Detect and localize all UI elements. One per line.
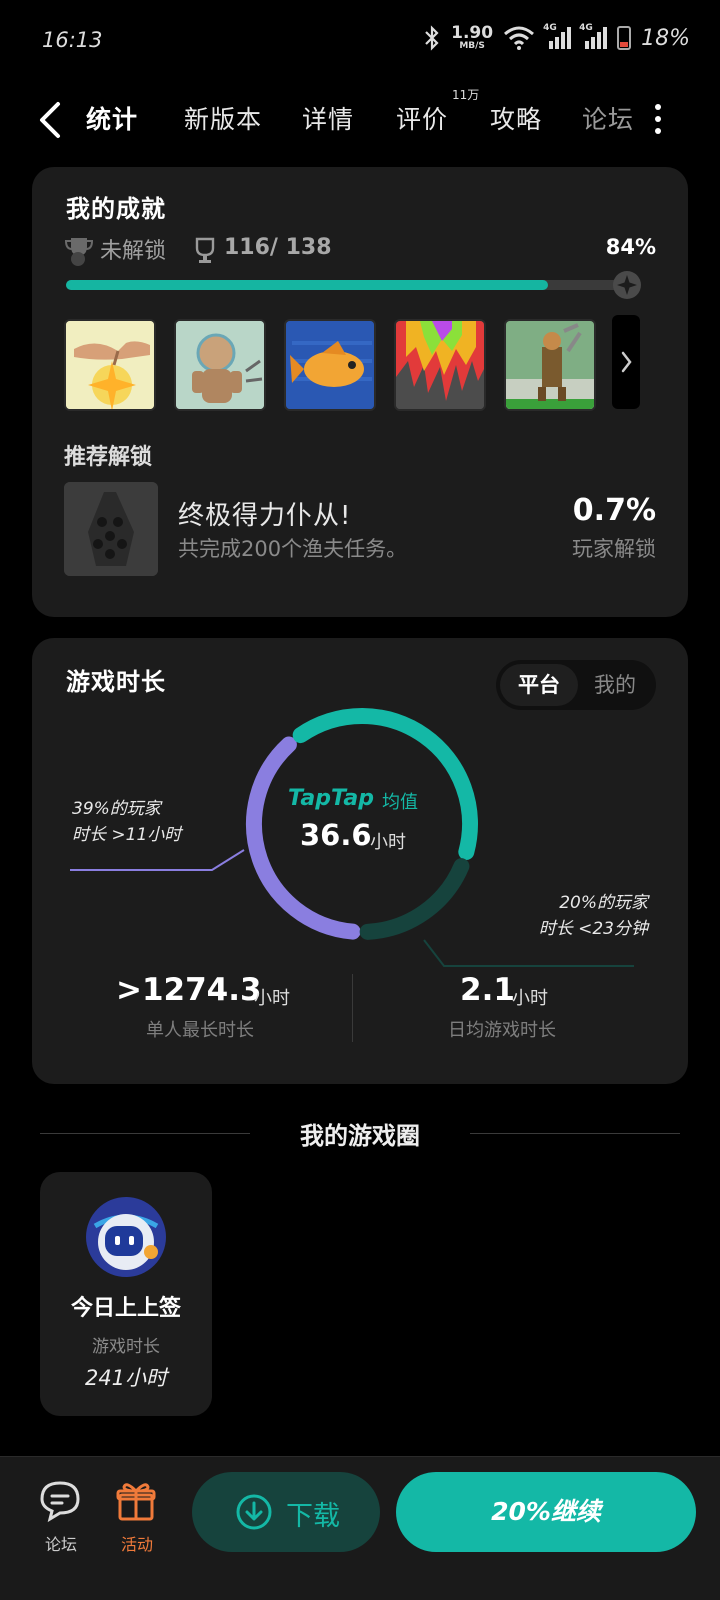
- download-icon: [236, 1494, 272, 1530]
- achievement-tile[interactable]: [394, 319, 486, 411]
- achievement-tile[interactable]: [504, 319, 596, 411]
- status-time: 16:13: [42, 28, 103, 52]
- bottom-action-bar: 论坛 活动 下载 20%继续: [0, 1456, 720, 1600]
- net-speed-value: 1.90: [451, 23, 494, 43]
- achievements-title: 我的成就: [66, 195, 166, 223]
- event-label: 活动: [120, 1535, 153, 1554]
- achievement-rainbow-splash-icon: [396, 321, 484, 409]
- net-speed: 1.90 MB/S: [451, 25, 493, 51]
- achievement-hand-light-icon: [66, 321, 154, 409]
- robot-avatar-icon: [86, 1197, 166, 1277]
- trophy-locked-icon: [64, 238, 94, 266]
- tab-stats[interactable]: 统计: [81, 100, 143, 137]
- game-circle-stat-label: 游戏时长: [92, 1337, 160, 1357]
- continue-download-button[interactable]: 20%继续: [396, 1472, 696, 1552]
- recommend-achievement-tile[interactable]: [64, 482, 158, 576]
- achievement-tile[interactable]: [174, 319, 266, 411]
- stat-divider: [352, 974, 353, 1042]
- daily-avg-value: 2.1: [460, 972, 515, 1008]
- recommend-unlock-rate: 0.7%: [572, 493, 656, 528]
- signal-icon-1: 4G: [543, 23, 572, 49]
- max-playtime-label: 单人最长时长: [146, 1020, 254, 1041]
- game-circle-name: 今日上上签: [70, 1296, 181, 1321]
- achievement-progress-fill: [66, 280, 549, 290]
- achievement-tile[interactable]: [284, 319, 376, 411]
- battery-text: 18%: [641, 25, 690, 51]
- more-menu-icon[interactable]: [655, 104, 663, 136]
- top-tabs: 统计 新版本 详情 评价 11万 攻略 论坛: [0, 88, 720, 152]
- tab-new-version[interactable]: 新版本: [184, 100, 262, 136]
- achievement-warrior-icon: [506, 321, 594, 409]
- average-value: 36.6: [300, 818, 372, 852]
- net-speed-unit: MB/S: [459, 41, 485, 51]
- download-button[interactable]: 下载: [192, 1472, 380, 1552]
- achievement-voodoo-doll-icon: [176, 321, 264, 409]
- trophy-icon: [195, 237, 215, 263]
- chevron-right-icon: [621, 351, 632, 373]
- max-playtime-value: >1274.3: [116, 972, 262, 1008]
- max-playtime-unit: 小时: [254, 988, 290, 1009]
- signal-2-label: 4G: [579, 23, 593, 33]
- achievement-goldfish-icon: [286, 321, 374, 409]
- locked-label: 未解锁: [100, 239, 167, 264]
- bluetooth-icon: [425, 25, 439, 51]
- tab-details[interactable]: 详情: [302, 100, 354, 136]
- reviews-count-badge: 11万: [452, 88, 480, 102]
- taptap-brand-logo: TapTap: [288, 786, 374, 811]
- divider-right: [470, 1133, 680, 1134]
- achievements-card: 我的成就 未解锁 116/ 138 84% 推荐解锁 终极得力仆从! 共完成20…: [32, 167, 688, 617]
- recommend-achievement-name: 终极得力仆从!: [178, 501, 352, 531]
- gift-icon: [116, 1483, 156, 1521]
- tab-forum[interactable]: 论坛: [582, 100, 634, 136]
- game-circle-stat-value: 241小时: [84, 1366, 168, 1390]
- tab-guides[interactable]: 攻略: [490, 100, 542, 136]
- achievement-count: 116/ 138: [224, 235, 332, 260]
- status-bar: 16:13 1.90 MB/S 4G 4G 18%: [0, 0, 720, 80]
- chat-bubble-icon: [40, 1481, 80, 1523]
- status-icons: 1.90 MB/S 4G 4G 18%: [423, 23, 690, 52]
- achievement-percent: 84%: [605, 235, 656, 259]
- download-label: 下载: [286, 1501, 340, 1532]
- battery-icon: [617, 26, 632, 50]
- tab-reviews[interactable]: 评价: [396, 100, 448, 136]
- average-unit: 小时: [370, 832, 406, 853]
- event-button[interactable]: 活动: [114, 1479, 164, 1554]
- right-note-line1: 20%的玩家: [559, 893, 648, 913]
- donut-segment-dark: [359, 858, 470, 940]
- recommend-unlock-rate-label: 玩家解锁: [572, 537, 656, 561]
- playtime-donut-chart: [70, 708, 634, 967]
- forum-label: 论坛: [44, 1535, 77, 1554]
- back-arrow-icon[interactable]: [36, 100, 66, 140]
- right-note-line2: 时长 <23分钟: [538, 919, 648, 939]
- progress-end-star-icon: [613, 271, 641, 299]
- signal-icon-2: 4G: [579, 23, 608, 49]
- average-label: 均值: [382, 792, 418, 813]
- left-note-line1: 39%的玩家: [72, 799, 161, 819]
- achievements-next-button[interactable]: [612, 315, 640, 409]
- wifi-icon: [504, 26, 535, 50]
- achievement-tile[interactable]: [64, 319, 156, 411]
- daily-avg-label: 日均游戏时长: [448, 1020, 556, 1041]
- game-circle-card[interactable]: 今日上上签 游戏时长 241小时: [40, 1172, 212, 1416]
- fishing-net-icon: [64, 482, 158, 576]
- left-note-line2: 时长 >11小时: [72, 825, 182, 845]
- recommend-achievement-desc: 共完成200个渔夫任务。: [178, 537, 408, 561]
- daily-avg-unit: 小时: [512, 988, 548, 1009]
- recommend-title: 推荐解锁: [64, 445, 153, 470]
- achievement-progress-bar: [66, 280, 640, 290]
- playtime-card: 游戏时长 平台 我的 TapTap 均值 36.6 小时 39%的玩家 时长 >…: [32, 638, 688, 1084]
- forum-button[interactable]: 论坛: [38, 1479, 88, 1554]
- signal-1-label: 4G: [543, 23, 557, 33]
